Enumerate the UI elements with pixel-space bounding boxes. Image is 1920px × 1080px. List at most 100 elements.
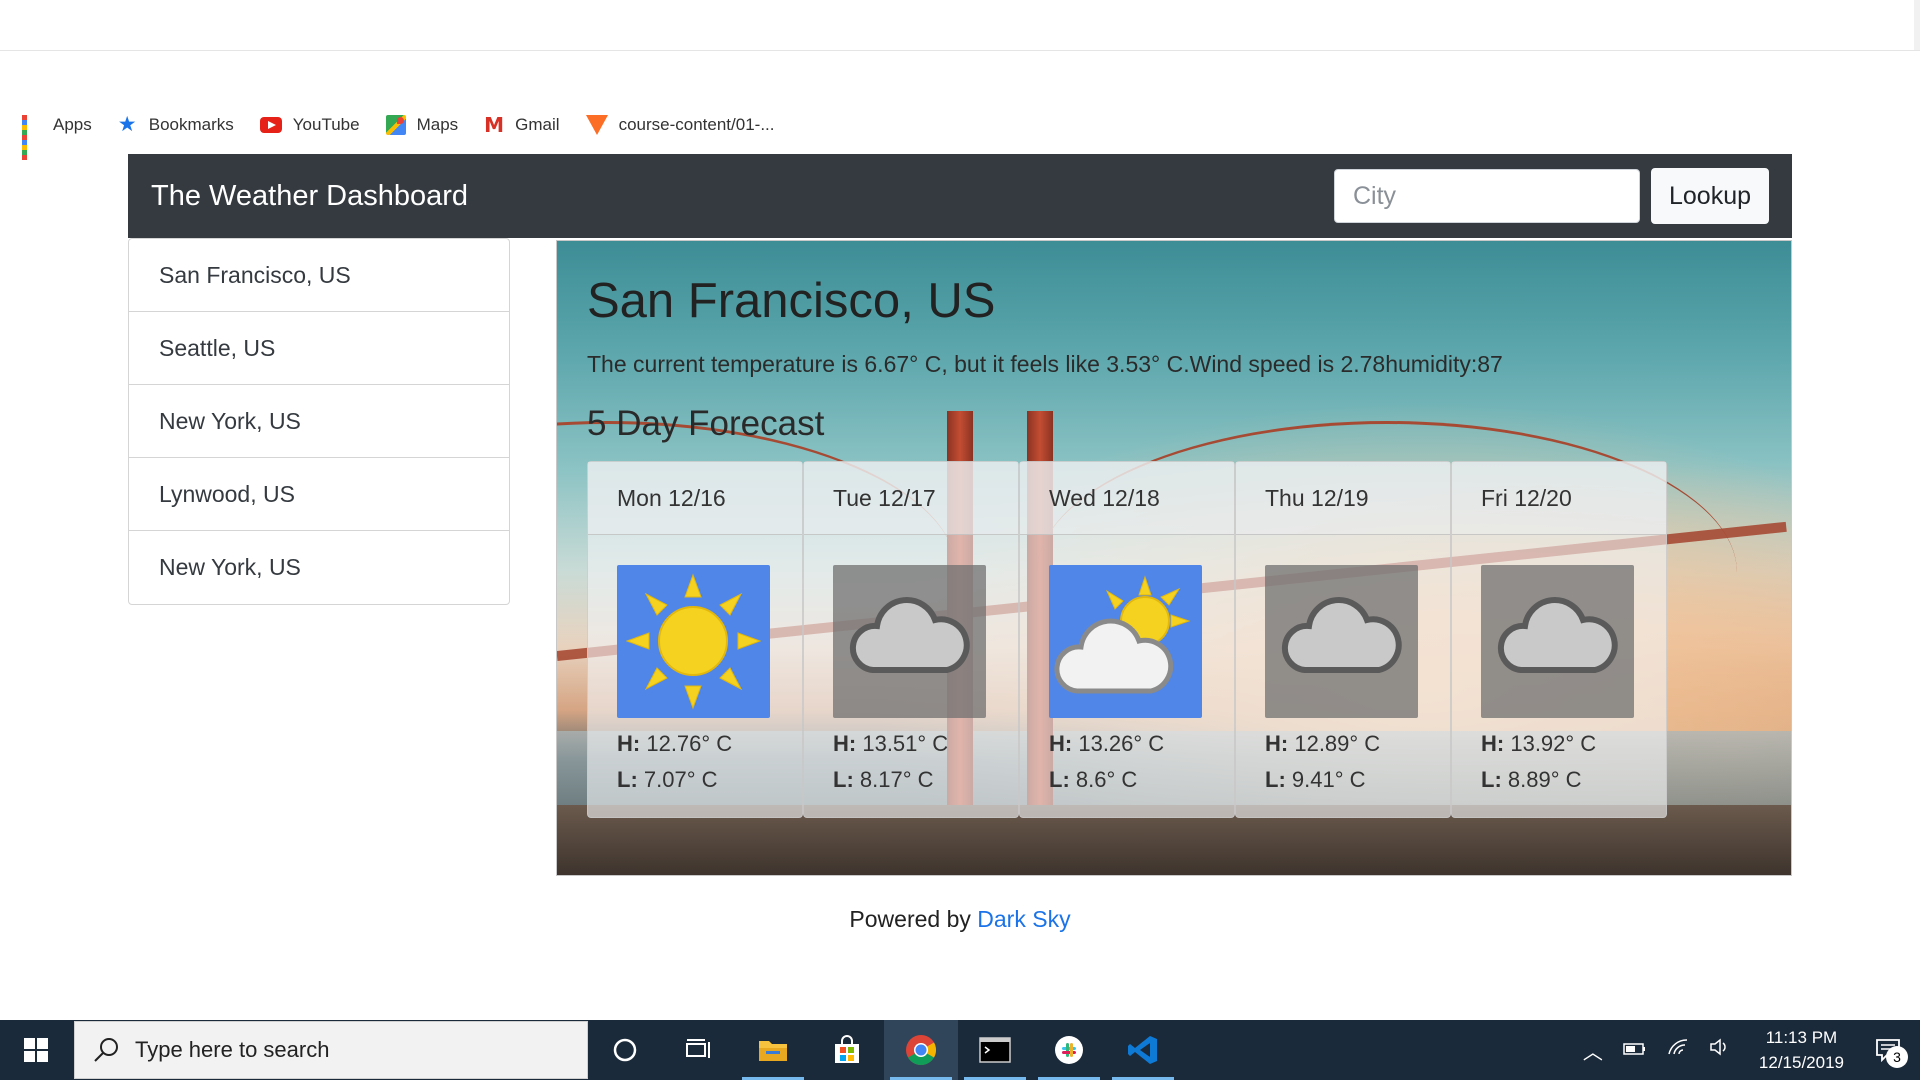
task-view-button[interactable] <box>662 1020 736 1080</box>
windows-taskbar: Type here to search ︿ 11:13 PM 12/15/201… <box>0 1020 1920 1080</box>
bookmark-label: course-content/01-... <box>618 115 775 134</box>
current-conditions: The current temperature is 6.67° C, but … <box>587 351 1503 377</box>
forecast-temps: H: 13.26° C L: 8.6° C <box>1049 726 1234 798</box>
taskbar-search[interactable]: Type here to search <box>74 1021 588 1079</box>
bookmark-gmail[interactable]: M Gmail <box>484 115 559 135</box>
cortana-circle-icon <box>613 1038 637 1062</box>
maps-icon <box>385 115 406 135</box>
lookup-button[interactable]: Lookup <box>1651 168 1769 224</box>
low-label: L: <box>1049 767 1070 792</box>
youtube-icon <box>259 117 282 133</box>
forecast-card: Tue 12/17 H: 13.51° C L: 8.17° C <box>803 461 1019 818</box>
history-item-seattle[interactable]: Seattle, US <box>129 312 509 385</box>
footer: Powered by Dark Sky <box>0 906 1920 933</box>
action-center-button[interactable]: 3 <box>1866 1028 1910 1072</box>
apps-grid-icon <box>22 115 42 160</box>
forecast-date: Fri 12/20 <box>1452 462 1666 535</box>
store-bag-icon <box>835 1035 859 1063</box>
vscode-icon <box>1128 1036 1157 1064</box>
weather-panel: San Francisco, US The current temperatur… <box>556 240 1792 876</box>
cloudy-icon <box>1265 565 1418 718</box>
forecast-title: 5 Day Forecast <box>587 404 825 443</box>
notification-count-badge: 3 <box>1886 1046 1908 1068</box>
forecast-cards: Mon 12/16 H: 12.76° C L: 7.07° C Tue 12/… <box>587 461 1667 818</box>
footer-prefix: Powered by <box>849 906 971 932</box>
city-input[interactable] <box>1334 169 1640 223</box>
search-icon <box>94 1038 118 1062</box>
low-temp: 8.17° C <box>859 767 934 792</box>
bookmark-label: Gmail <box>515 115 560 134</box>
high-label: H: <box>617 731 641 756</box>
high-temp: 13.51° C <box>862 731 949 756</box>
brand-title[interactable]: The Weather Dashboard <box>151 180 468 213</box>
current-city-title: San Francisco, US <box>587 274 996 328</box>
chevron-up-icon[interactable]: ︿ <box>1583 1036 1603 1065</box>
gmail-icon: M <box>484 113 505 137</box>
forecast-temps: H: 13.51° C L: 8.17° C <box>833 726 1018 798</box>
chrome-icon <box>906 1035 937 1066</box>
forecast-card: Mon 12/16 H: 12.76° C L: 7.07° C <box>587 461 803 818</box>
bookmark-label: Maps <box>416 115 459 134</box>
forecast-temps: H: 12.89° C L: 9.41° C <box>1265 726 1450 798</box>
start-button[interactable] <box>0 1020 72 1080</box>
vscode-button[interactable] <box>1106 1020 1180 1080</box>
volume-icon[interactable] <box>1709 1037 1731 1063</box>
history-item-new-york[interactable]: New York, US <box>129 385 509 458</box>
microsoft-store-button[interactable] <box>810 1020 884 1080</box>
low-temp: 7.07° C <box>643 767 718 792</box>
forecast-temps: H: 13.92° C L: 8.89° C <box>1481 726 1666 798</box>
bookmark-label: YouTube <box>292 115 360 134</box>
windows-logo-icon <box>24 1038 48 1062</box>
search-form: Lookup <box>1334 168 1769 224</box>
wifi-icon[interactable] <box>1667 1038 1689 1062</box>
gitlab-icon <box>585 115 608 135</box>
forecast-card: Thu 12/19 H: 12.89° C L: 9.41° C <box>1235 461 1451 818</box>
bookmark-label: Apps <box>53 115 92 134</box>
forecast-date: Wed 12/18 <box>1020 462 1234 535</box>
file-explorer-button[interactable] <box>736 1020 810 1080</box>
forecast-card: Fri 12/20 H: 13.92° C L: 8.89° C <box>1451 461 1667 818</box>
search-history-list: San Francisco, US Seattle, US New York, … <box>128 238 510 605</box>
browser-top-chrome <box>0 0 1920 51</box>
folder-icon <box>759 1041 787 1061</box>
battery-icon[interactable] <box>1623 1039 1647 1062</box>
cortana-button[interactable] <box>588 1020 662 1080</box>
high-label: H: <box>1481 731 1505 756</box>
high-label: H: <box>833 731 857 756</box>
window-edge <box>1914 0 1920 50</box>
forecast-date: Thu 12/19 <box>1236 462 1450 535</box>
low-temp: 9.41° C <box>1291 767 1366 792</box>
high-temp: 13.26° C <box>1078 731 1165 756</box>
taskbar-clock[interactable]: 11:13 PM 12/15/2019 <box>1759 1025 1844 1075</box>
chrome-button[interactable] <box>884 1020 958 1080</box>
high-temp: 12.76° C <box>646 731 733 756</box>
clear-day-icon <box>617 565 770 718</box>
history-item-san-francisco[interactable]: San Francisco, US <box>129 239 509 312</box>
bookmark-bookmarks[interactable]: ★ Bookmarks <box>117 113 234 136</box>
dark-sky-link[interactable]: Dark Sky <box>977 906 1070 932</box>
bookmark-course-content[interactable]: course-content/01-... <box>585 115 775 135</box>
slack-button[interactable] <box>1032 1020 1106 1080</box>
partly-cloudy-day-icon <box>1049 565 1202 718</box>
forecast-date: Tue 12/17 <box>804 462 1018 535</box>
cloudy-icon <box>1481 565 1634 718</box>
taskbar-search-placeholder: Type here to search <box>135 1037 330 1062</box>
low-temp: 8.6° C <box>1075 767 1138 792</box>
high-label: H: <box>1265 731 1289 756</box>
bookmark-apps[interactable]: Apps <box>22 115 92 160</box>
slack-icon <box>1055 1036 1083 1064</box>
bookmark-maps[interactable]: Maps <box>385 115 459 135</box>
star-icon: ★ <box>117 113 137 136</box>
high-label: H: <box>1049 731 1073 756</box>
low-label: L: <box>617 767 638 792</box>
history-item-lynwood[interactable]: Lynwood, US <box>129 458 509 531</box>
bookmark-youtube[interactable]: YouTube <box>259 115 360 135</box>
forecast-date: Mon 12/16 <box>588 462 802 535</box>
system-tray: ︿ 11:13 PM 12/15/2019 3 <box>1573 1025 1920 1075</box>
clock-date: 12/15/2019 <box>1758 1053 1844 1072</box>
history-item-new-york-2[interactable]: New York, US <box>129 531 509 604</box>
terminal-button[interactable] <box>958 1020 1032 1080</box>
low-label: L: <box>1481 767 1502 792</box>
navbar: The Weather Dashboard Lookup <box>128 154 1792 238</box>
bookmarks-bar: Apps ★ Bookmarks YouTube Maps M Gmail co… <box>0 108 1920 160</box>
